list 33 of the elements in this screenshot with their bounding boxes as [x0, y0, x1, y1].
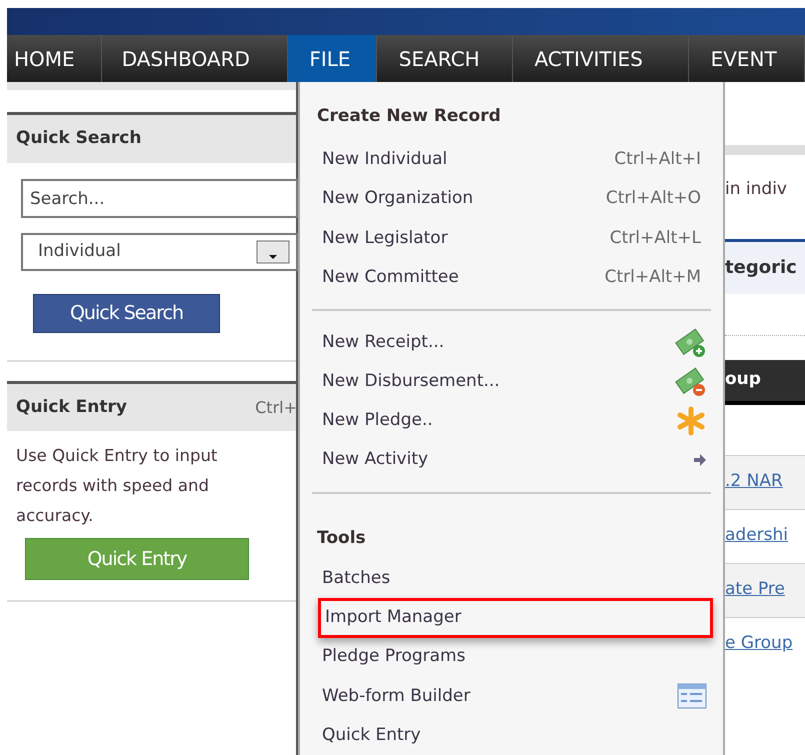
menu-item[interactable]: Quick Entry [300, 716, 723, 755]
money-remove-icon [675, 366, 707, 398]
table-link[interactable]: adershi [725, 523, 788, 549]
menu-item[interactable]: New Committee Ctrl+Alt+M [300, 258, 723, 297]
menu-item[interactable]: New Organization Ctrl+Alt+O [300, 180, 723, 219]
menu-item[interactable]: Batches [300, 559, 723, 598]
menu-section-heading: Tools [316, 526, 367, 550]
menu-item[interactable]: Web-form Builder [300, 676, 723, 716]
shortcut-text: Ctrl+ [255, 396, 296, 418]
search-field[interactable]: Search... [21, 179, 298, 218]
table-header: oup [725, 360, 805, 404]
type-select[interactable]: Individual [21, 233, 298, 271]
money-add-icon [675, 326, 707, 359]
section-heading: tegoric [725, 242, 805, 294]
form-icon [677, 683, 707, 710]
menu-item[interactable]: New Individual Ctrl+Alt+I [300, 140, 723, 180]
menu-item[interactable]: New Activity [300, 440, 723, 480]
menu-item[interactable]: New Pledge.. [300, 401, 723, 440]
nav-tab[interactable]: FILE [288, 35, 377, 82]
quick-search-button[interactable]: Quick Search [33, 294, 220, 333]
menu-item[interactable]: New Receipt... [300, 323, 723, 362]
asterisk-icon [675, 404, 707, 437]
description-text: Use Quick Entry to input records with speed and accuracy. [16, 445, 218, 527]
table-link[interactable]: e Group [725, 631, 793, 657]
arrow-right-icon [693, 452, 707, 467]
menu-item[interactable]: Pledge Programs [300, 638, 723, 677]
menu-section-heading: Create New Record [316, 105, 502, 128]
menu-item[interactable]: New Legislator Ctrl+Alt+L [300, 218, 723, 258]
intro-text: in indiv [725, 178, 788, 201]
menu-item[interactable]: Import Manager [318, 598, 713, 638]
panel-title: Quick Search [16, 127, 142, 150]
panel-title: Quick Entry [16, 396, 127, 419]
menu-item[interactable]: New Disbursement... [300, 362, 723, 402]
